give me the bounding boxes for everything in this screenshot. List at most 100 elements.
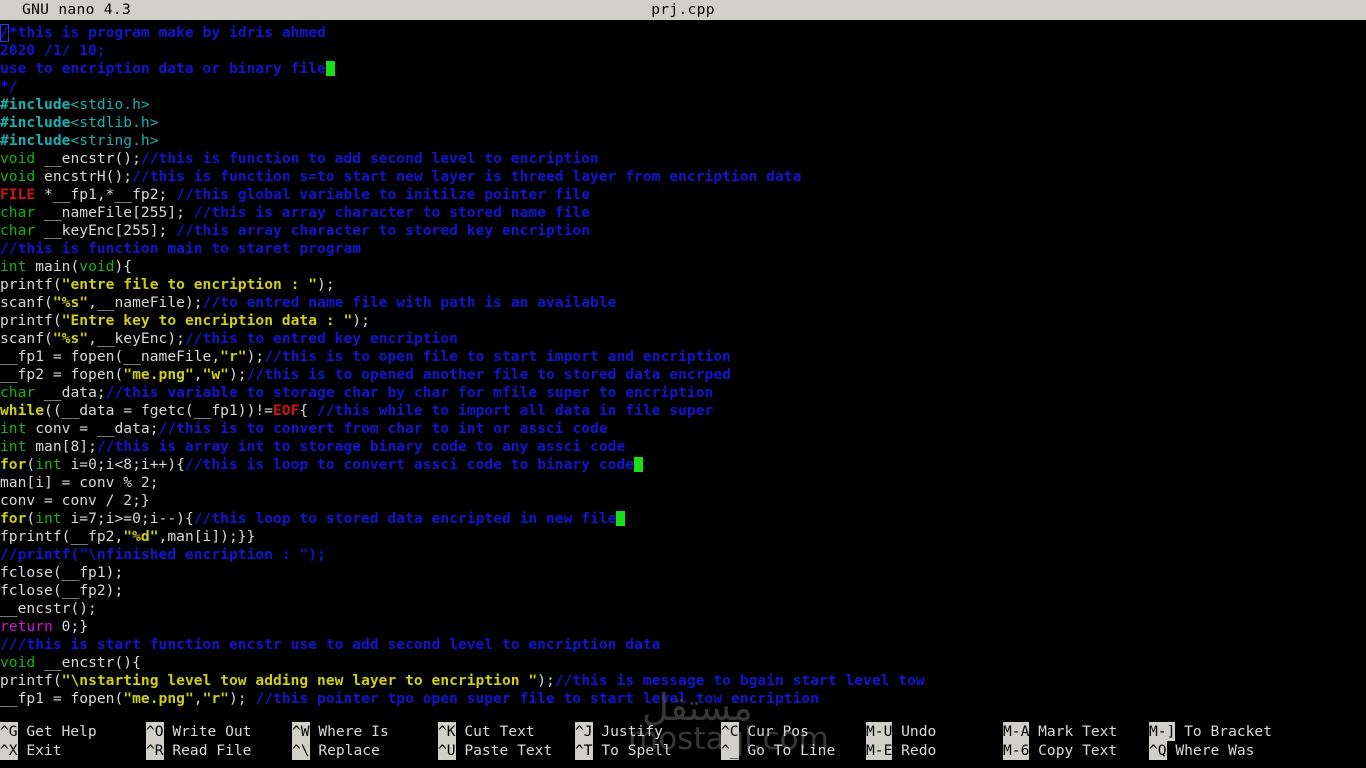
- editor-text-buffer[interactable]: /*this is program make by idris ahmed 202…: [0, 24, 1366, 718]
- code-token-string: "\nstarting level tow adding new layer t…: [61, 672, 538, 689]
- shortcut-key: M-A: [1003, 722, 1030, 741]
- shortcut-justify[interactable]: ^J Justify: [575, 722, 663, 741]
- shortcut-label: Go To Line: [738, 742, 836, 759]
- code-line: __fp2 = fopen("me.png","w");//this is to…: [0, 366, 1366, 384]
- shortcut-paste-text[interactable]: ^U Paste Text: [438, 741, 552, 760]
- code-line: void encstrH();//this is function s=to s…: [0, 168, 1366, 186]
- code-token-comment: //this while to import all data in file …: [317, 402, 714, 419]
- code-token-keyword: void: [79, 258, 115, 275]
- code-line: */: [0, 78, 1366, 96]
- code-token-keyword: void: [0, 654, 36, 671]
- shortcut-key: M-6: [1003, 741, 1030, 760]
- code-token-comment: //this loop to stored data encripted in …: [193, 510, 617, 527]
- cursor-block: [616, 511, 626, 526]
- shortcut-bar: ^G Get Help ^O Write Out ^W Where Is ^K Cut…: [0, 722, 1366, 768]
- cursor-block: [634, 457, 644, 472]
- code-line: #include<stdio.h>: [0, 96, 1366, 114]
- code-token-plain: );: [317, 276, 335, 293]
- shortcut-key: ^_: [721, 741, 739, 760]
- code-token-plain: main(: [26, 258, 80, 275]
- code-token-plain: i=0;i<8;i++){: [61, 456, 185, 473]
- shortcut-mark-text[interactable]: M-A Mark Text: [1003, 722, 1117, 741]
- code-token-comment: //this pointer tpo open super file to st…: [255, 690, 820, 707]
- code-line: FILE *__fp1,*__fp2; //this global variab…: [0, 186, 1366, 204]
- code-token-string: "me.png": [123, 366, 194, 383]
- shortcut-read-file[interactable]: ^R Read File: [146, 741, 251, 760]
- code-token-keyword: void: [0, 168, 36, 185]
- code-token-plain: __fp1 = fopen(__nameFile,: [0, 348, 221, 365]
- shortcut-label: Undo: [892, 723, 937, 740]
- code-token-plain: man[i] = conv % 2;: [0, 474, 159, 491]
- shortcut-where-is[interactable]: ^W Where Is: [292, 722, 389, 741]
- code-token-plain: ((__data = fgetc(__fp1))!=: [44, 402, 273, 419]
- code-token-keyword: int: [35, 456, 62, 473]
- shortcut-cur-pos[interactable]: ^C Cur Pos: [721, 722, 809, 741]
- shortcut-label: Read File: [163, 742, 252, 759]
- code-token-header: <stdio.h>: [70, 96, 150, 113]
- shortcut-cut-text[interactable]: ^K Cut Text: [438, 722, 535, 741]
- code-token-keyword: char: [0, 384, 36, 401]
- code-token-plain: ){: [114, 258, 133, 275]
- code-token-return: return: [0, 618, 53, 635]
- code-token-comment: //this to entred key encription: [184, 330, 458, 347]
- code-token-plain: __encstr();: [35, 150, 141, 167]
- code-token-keyword: char: [0, 222, 36, 239]
- code-line: #include<stdlib.h>: [0, 114, 1366, 132]
- code-token-comment: //this is array character to stored name…: [193, 204, 591, 221]
- shortcut-key: ^K: [438, 722, 456, 741]
- shortcut-label: Mark Text: [1029, 723, 1118, 740]
- code-token-plain: i=7;i>=0;i--){: [61, 510, 194, 527]
- shortcut-row-primary: ^G Get Help ^O Write Out ^W Where Is ^K Cut…: [0, 722, 1366, 741]
- code-token-header: <string.h>: [70, 132, 159, 149]
- shortcut-write-out[interactable]: ^O Write Out: [146, 722, 251, 741]
- shortcut-go-to-line[interactable]: ^_ Go To Line: [721, 741, 835, 760]
- code-token-plain: man[8];: [26, 438, 97, 455]
- code-token-comment: //this is loop to convert assci code to …: [184, 456, 635, 473]
- code-token-plain: );: [228, 366, 247, 383]
- shortcut-to-spell[interactable]: ^T To Spell: [575, 741, 672, 760]
- code-token-control: for: [0, 510, 27, 527]
- code-token-const: EOF: [273, 402, 300, 419]
- shortcut-key: ^U: [438, 741, 456, 760]
- text-cursor: /: [0, 24, 9, 42]
- code-line: char __data;//this variable to storage c…: [0, 384, 1366, 402]
- shortcut-get-help[interactable]: ^G Get Help: [0, 722, 97, 741]
- shortcut-label: Paste Text: [455, 742, 553, 759]
- code-token-plain: (: [26, 510, 36, 527]
- code-line: printf("entre file to encription : ");: [0, 276, 1366, 294]
- shortcut-where-was[interactable]: ^Q Where Was: [1149, 741, 1254, 760]
- shortcut-key: ^X: [0, 741, 18, 760]
- shortcut-to-bracket[interactable]: M-] To Bracket: [1149, 722, 1272, 741]
- code-token-plain: *__fp1,*__fp2;: [35, 186, 177, 203]
- cursor-block: [325, 61, 335, 76]
- code-token-plain: __keyEnc[255];: [35, 222, 177, 239]
- shortcut-undo[interactable]: M-U Undo: [866, 722, 936, 741]
- code-token-type: FILE: [0, 186, 36, 203]
- code-token-comment: ///this is start function encstr use to …: [0, 636, 661, 653]
- code-line: char __nameFile[255]; //this is array ch…: [0, 204, 1366, 222]
- code-line: printf("\nstarting level tow adding new …: [0, 672, 1366, 690]
- code-line: //this is function main to staret progra…: [0, 240, 1366, 258]
- shortcut-redo[interactable]: M-E Redo: [866, 741, 936, 760]
- shortcut-copy-text[interactable]: M-6 Copy Text: [1003, 741, 1117, 760]
- shortcut-key: ^J: [575, 722, 593, 741]
- code-token-plain: printf(: [0, 276, 62, 293]
- code-token-control: while: [0, 402, 45, 419]
- shortcut-replace[interactable]: ^\ Replace: [292, 741, 380, 760]
- code-token-comment: //this is to opened another file to stor…: [246, 366, 731, 383]
- code-token-comment: //this is function to add second level t…: [140, 150, 599, 167]
- code-token-string: "r": [202, 690, 229, 707]
- shortcut-key: ^Q: [1149, 741, 1167, 760]
- shortcut-row-secondary: ^X Exit ^R Read File ^\ Replace ^U Paste Te…: [0, 741, 1366, 760]
- shortcut-exit[interactable]: ^X Exit: [0, 741, 62, 760]
- code-line: int man[8];//this is array int to storag…: [0, 438, 1366, 456]
- code-token-plain: (: [26, 456, 36, 473]
- shortcut-label: Where Is: [309, 723, 389, 740]
- code-line: use to encription data or binary file: [0, 60, 1366, 78]
- code-line: __fp1 = fopen(__nameFile,"r");//this is …: [0, 348, 1366, 366]
- code-token-plain: fclose(__fp2);: [0, 582, 124, 599]
- code-token-plain: {: [299, 402, 318, 419]
- code-token-comment: //to entred name file with path is an av…: [202, 294, 617, 311]
- code-token-plain: );: [246, 348, 265, 365]
- shortcut-key: ^W: [292, 722, 310, 741]
